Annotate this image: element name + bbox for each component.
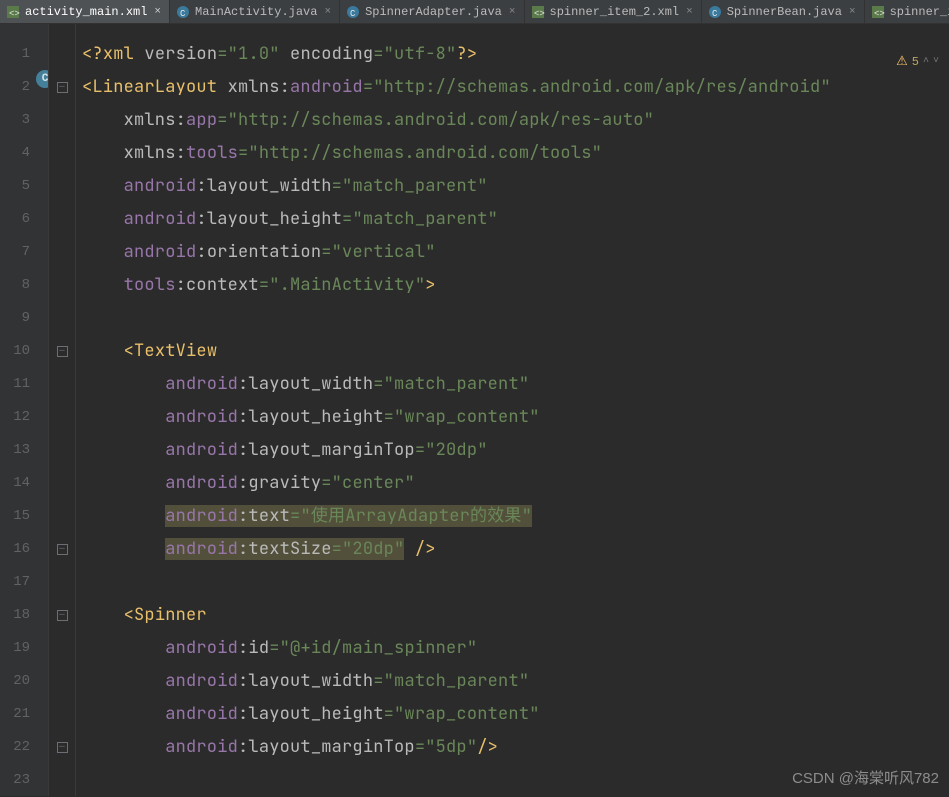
fold-toggle-icon[interactable]: ─ [57,610,68,621]
code-line: android:layout_width="match_parent" [82,170,949,203]
xml-file-icon: <> [6,5,20,19]
chevron-up-icon: ˄ [923,56,929,67]
code-line: <LinearLayout xmlns:android="http://sche… [82,71,949,104]
tab-label: SpinnerAdapter.java [365,5,502,19]
code-line: android:layout_marginTop="5dp"/> [82,731,949,764]
code-line: android:id="@+id/main_spinner" [82,632,949,665]
svg-text:<>: <> [534,9,545,19]
java-class-icon: C [708,5,722,19]
tab-activity-main[interactable]: <> activity_main.xml × [0,0,170,23]
code-line: <Spinner [82,599,949,632]
fold-column: ─ ─ ─ ─ ─ [48,24,76,796]
tab-spinner-bean[interactable]: C SpinnerBean.java × [702,0,865,23]
warning-count: 5 [912,55,919,69]
tab-spinner-item-1[interactable]: <> spinner_item_1.xml × [865,0,949,23]
warning-icon: ⚠ [896,54,908,69]
java-class-icon: C [176,5,190,19]
tab-label: SpinnerBean.java [727,5,842,19]
close-icon[interactable]: × [154,6,161,18]
tab-label: activity_main.xml [25,5,147,19]
code-line: tools:context=".MainActivity"> [82,269,949,302]
fold-toggle-icon[interactable]: ─ [57,82,68,93]
warning-indicator[interactable]: ⚠ 5 ˄ ˅ [896,54,939,69]
close-icon[interactable]: × [686,6,693,18]
code-line [82,302,949,335]
code-line [82,566,949,599]
tab-label: spinner_item_1.xml [890,5,949,19]
svg-text:C: C [350,9,356,19]
code-line: xmlns:app="http://schemas.android.com/ap… [82,104,949,137]
tab-spinner-item-2[interactable]: <> spinner_item_2.xml × [525,0,702,23]
java-class-icon: C [346,5,360,19]
svg-text:C: C [180,9,186,19]
close-icon[interactable]: × [324,6,331,18]
code-line: android:orientation="vertical" [82,236,949,269]
code-line: android:layout_height="wrap_content" [82,401,949,434]
code-line: android:layout_width="match_parent" [82,665,949,698]
svg-text:<>: <> [874,9,885,19]
svg-text:C: C [712,9,718,19]
code-line: android:gravity="center" [82,467,949,500]
close-icon[interactable]: × [849,6,856,18]
tab-main-activity[interactable]: C MainActivity.java × [170,0,340,23]
tab-label: MainActivity.java [195,5,317,19]
fold-end-icon[interactable]: ─ [57,544,68,555]
fold-toggle-icon[interactable]: ─ [57,346,68,357]
code-editor[interactable]: 1 2 3 4 5 6 7 8 9 10 11 12 13 14 15 16 1… [0,24,949,796]
code-line: android:textSize="20dp" /> [82,533,949,566]
code-line: android:layout_width="match_parent" [82,368,949,401]
svg-text:<>: <> [9,9,20,19]
code-line: xmlns:tools="http://schemas.android.com/… [82,137,949,170]
code-line: android:layout_height="wrap_content" [82,698,949,731]
editor-tabs: <> activity_main.xml × C MainActivity.ja… [0,0,949,24]
code-line: <TextView [82,335,949,368]
tab-label: spinner_item_2.xml [550,5,680,19]
code-area[interactable]: <?xml version="1.0" encoding="utf-8"?> <… [76,24,949,796]
code-line: android:text="使用ArrayAdapter的效果" [82,500,949,533]
line-gutter: 1 2 3 4 5 6 7 8 9 10 11 12 13 14 15 16 1… [0,24,48,796]
fold-end-icon[interactable]: ─ [57,742,68,753]
code-line: <?xml version="1.0" encoding="utf-8"?> [82,38,949,71]
code-line: android:layout_marginTop="20dp" [82,434,949,467]
close-icon[interactable]: × [509,6,516,18]
xml-file-icon: <> [531,5,545,19]
chevron-down-icon: ˅ [933,56,939,67]
code-line: android:layout_height="match_parent" [82,203,949,236]
tab-spinner-adapter[interactable]: C SpinnerAdapter.java × [340,0,524,23]
xml-file-icon: <> [871,5,885,19]
